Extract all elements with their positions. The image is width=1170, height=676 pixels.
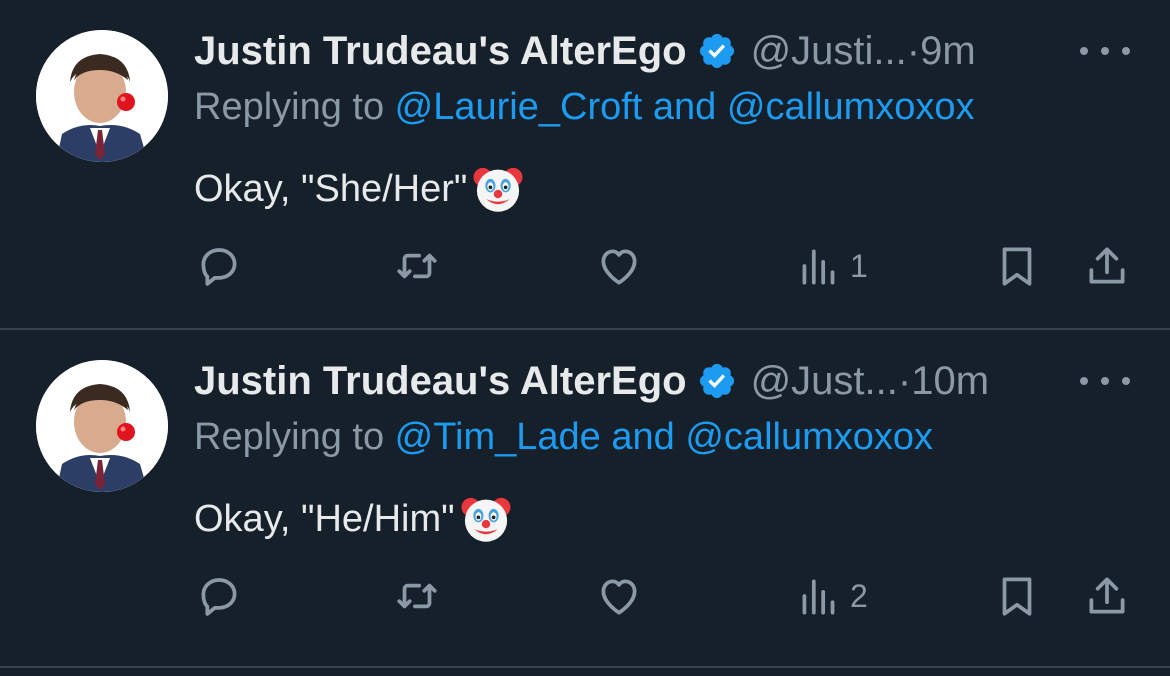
replying-to: Replying to @Tim_Lade and @callumxoxox (194, 416, 933, 459)
replying-prefix: Replying to (194, 86, 395, 128)
reply-button[interactable] (194, 238, 244, 294)
replying-and: and (600, 416, 686, 458)
tweet-header: Justin Trudeau's AlterEgo @Just... ·10m (194, 356, 1130, 406)
tweet-header: Justin Trudeau's AlterEgo @Justi... ·9m (194, 26, 1130, 76)
more-options-icon[interactable] (1080, 36, 1130, 66)
user-handle[interactable]: @Justi... (751, 29, 907, 74)
retweet-button[interactable] (392, 238, 442, 294)
views-count: 2 (850, 577, 868, 614)
clown-face-icon (473, 167, 523, 212)
bar-chart-icon (802, 249, 835, 285)
user-handle[interactable]: @Just... (751, 359, 898, 404)
share-button[interactable] (1082, 238, 1132, 294)
display-name[interactable]: Justin Trudeau's AlterEgo (194, 359, 687, 404)
timestamp[interactable]: ·10m (898, 359, 989, 404)
tweet-text: Okay, "She/Her" (194, 162, 525, 216)
bookmark-icon (1002, 247, 1032, 286)
clown-face-icon (461, 497, 511, 542)
verified-badge-icon (699, 33, 734, 69)
retweet-button[interactable] (392, 568, 442, 624)
tweet-actions: 2 (0, 568, 1170, 628)
avatar[interactable] (36, 30, 168, 162)
like-button[interactable] (594, 568, 644, 624)
mention-link[interactable]: @Tim_Lade (395, 416, 601, 458)
tweet[interactable]: Justin Trudeau's AlterEgo @Justi... ·9m … (0, 0, 1170, 330)
avatar[interactable] (36, 360, 168, 492)
tweet-text-content: Okay, "She/Her" (194, 167, 468, 210)
timestamp[interactable]: ·9m (907, 29, 976, 74)
bookmark-button[interactable] (992, 238, 1042, 294)
avatar-image (36, 360, 168, 492)
tweet-actions: 1 (0, 238, 1170, 298)
tweet[interactable]: Justin Trudeau's AlterEgo @Just... ·10m … (0, 330, 1170, 668)
mention-link[interactable]: @callumxoxox (685, 416, 933, 458)
retweet-arrows-icon (397, 583, 437, 609)
share-button[interactable] (1082, 568, 1132, 624)
avatar-image (36, 30, 168, 162)
speech-bubble-icon (201, 248, 237, 286)
bookmark-button[interactable] (992, 568, 1042, 624)
like-button[interactable] (594, 238, 644, 294)
speech-bubble-icon (201, 578, 237, 616)
heart-icon (601, 249, 637, 285)
share-upload-icon (1089, 577, 1125, 614)
replying-and: and (642, 86, 727, 128)
verified-badge-icon (699, 363, 734, 399)
tweet-text-content: Okay, "He/Him" (194, 497, 455, 540)
bar-chart-icon (802, 579, 835, 615)
bookmark-icon (1002, 577, 1032, 616)
views-button[interactable]: 1 (794, 238, 868, 294)
share-upload-icon (1089, 247, 1125, 284)
replying-to: Replying to @Laurie_Croft and @callumxox… (194, 86, 975, 129)
retweet-arrows-icon (397, 253, 437, 279)
views-button[interactable]: 2 (794, 568, 868, 624)
heart-icon (601, 579, 637, 615)
tweet-text: Okay, "He/Him" (194, 492, 513, 546)
replying-prefix: Replying to (194, 416, 395, 458)
display-name[interactable]: Justin Trudeau's AlterEgo (194, 29, 687, 74)
mention-link[interactable]: @callumxoxox (727, 86, 975, 128)
mention-link[interactable]: @Laurie_Croft (395, 86, 643, 128)
views-count: 1 (850, 247, 868, 284)
reply-button[interactable] (194, 568, 244, 624)
more-options-icon[interactable] (1080, 366, 1130, 396)
